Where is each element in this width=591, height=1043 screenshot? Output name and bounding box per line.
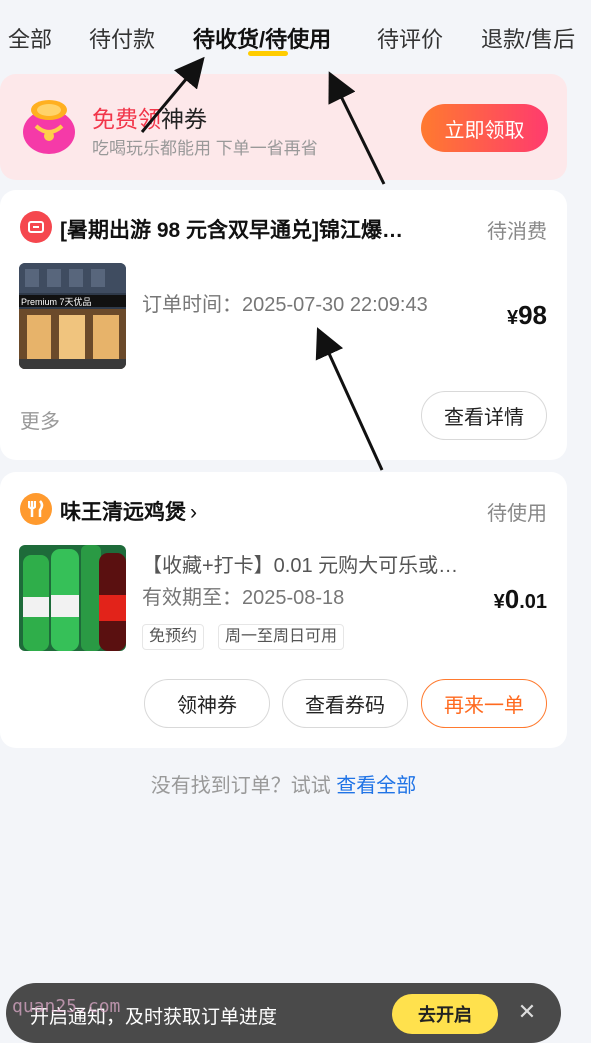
view-voucher-code-button[interactable]: 查看券码 [282,679,408,728]
tab-to-review[interactable]: 待评价 [377,22,443,54]
tab-all[interactable]: 全部 [8,22,52,54]
tab-to-receive-use[interactable]: 待收货/待使用 [193,22,331,54]
claim-now-button[interactable]: 立即领取 [421,104,548,152]
promo-subtitle: 吃喝玩乐都能用 下单一省再省 [92,139,318,158]
order-tabs: 全部 待付款 待收货/待使用 待评价 退款/售后 [0,0,591,68]
deal-price: ¥0.01 [493,584,547,614]
shop-name[interactable]: 味王清远鸡煲 › [60,496,197,526]
tag-available-days: 周一至周日可用 [218,624,345,650]
promo-title: 免费领神券 [92,106,207,132]
thumbnail-sign-text: Premium 7天优品 [21,297,92,307]
hotel-thumbnail[interactable]: Premium 7天优品 [19,263,126,369]
ticket-icon [20,211,52,243]
watermark: quan25.com [12,996,121,1017]
view-all-link[interactable]: 查看全部 [336,775,416,797]
deal-title: 【收藏+打卡】0.01 元购大可乐或… [142,555,459,577]
free-coupon-banner[interactable]: 免费领神券 吃喝玩乐都能用 下单一省再省 立即领取 [0,74,567,180]
no-order-hint: 没有找到订单？试试 查看全部 [150,775,417,797]
valid-until: 有效期至：2025-08-18 [142,587,345,609]
tab-refund-aftersale[interactable]: 退款/售后 [481,22,575,54]
tab-pending-payment[interactable]: 待付款 [89,22,155,54]
reorder-button[interactable]: 再来一单 [421,679,547,728]
order-status: 待消费 [487,221,547,243]
order-price: ¥98 [506,300,547,330]
coupon-bag-icon [23,100,75,154]
view-details-button[interactable]: 查看详情 [421,391,547,440]
chevron-right-icon: › [190,501,197,524]
active-tab-indicator [248,51,288,56]
drink-thumbnail[interactable] [19,545,126,651]
order-card[interactable]: [暑期出游 98 元含双早通兑]锦江爆… 待消费 Premium 7天优品 订单… [0,190,567,460]
get-coupon-button[interactable]: 领神券 [144,679,270,728]
close-icon[interactable]: ✕ [514,999,540,1025]
order-card[interactable]: 味王清远鸡煲 › 待使用 【收藏+打卡】0.01 元购大可乐或… 有效期至：202… [0,472,567,748]
order-title[interactable]: [暑期出游 98 元含双早通兑]锦江爆… [60,214,403,244]
fork-knife-icon [20,493,52,525]
tag-no-reservation: 免预约 [142,624,205,650]
enable-notification-button[interactable]: 去开启 [392,994,498,1034]
more-link[interactable]: 更多 [20,405,60,434]
order-status: 待使用 [487,503,547,525]
order-time: 订单时间：2025-07-30 22:09:43 [142,294,428,316]
